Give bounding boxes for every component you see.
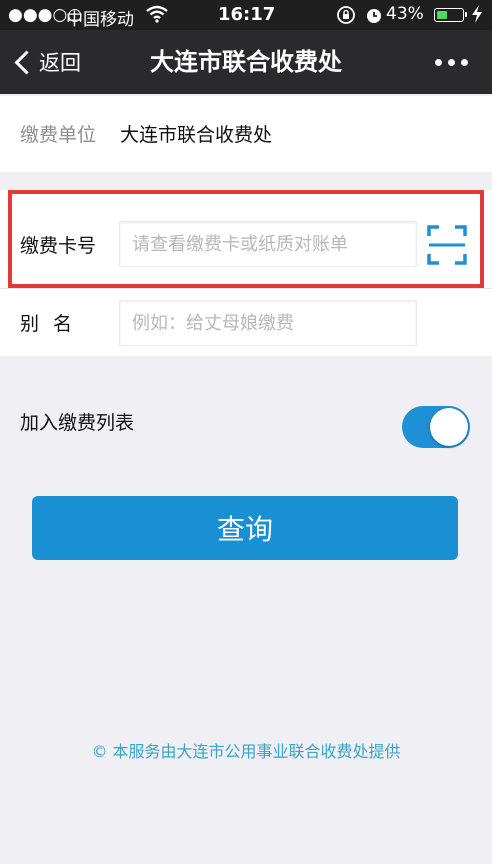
- card-number-row: 缴费卡号: [0, 190, 492, 288]
- wifi-icon: [146, 5, 168, 28]
- footer-text: © 本服务由大连市公用事业联合收费处提供: [91, 742, 401, 761]
- payment-unit-value: 大连市联合收费处: [120, 124, 273, 146]
- orientation-lock-icon: [336, 5, 356, 30]
- charging-icon: [470, 4, 484, 29]
- more-dots-icon[interactable]: [435, 30, 468, 94]
- payment-unit-row: 缴费单位 大连市联合收费处: [0, 96, 492, 172]
- card-number-input[interactable]: [120, 222, 416, 266]
- back-button[interactable]: 返回: [12, 30, 81, 94]
- status-bar: ●●●○○ 中国移动 16:17 43%: [0, 0, 492, 30]
- status-time: 16:17: [218, 4, 276, 25]
- toggle-knob: [430, 408, 468, 446]
- navigation-bar: 返回 大连市联合收费处: [0, 30, 492, 94]
- add-to-list-row: 加入缴费列表: [0, 400, 492, 456]
- battery-percentage: 43%: [386, 4, 424, 24]
- query-button[interactable]: 查询: [32, 496, 458, 560]
- alias-row: 别名: [0, 288, 492, 356]
- add-to-list-toggle[interactable]: [402, 406, 470, 448]
- battery-level-fill: [437, 11, 447, 19]
- scan-icon[interactable]: [426, 224, 468, 266]
- alias-label: 别名: [20, 313, 87, 335]
- alias-input[interactable]: [120, 301, 416, 345]
- battery-icon: [434, 8, 467, 22]
- alarm-icon: [364, 5, 384, 30]
- add-to-list-label: 加入缴费列表: [20, 412, 135, 434]
- payment-unit-label: 缴费单位: [20, 124, 97, 146]
- chevron-left-icon: [14, 49, 39, 75]
- card-number-label: 缴费卡号: [20, 235, 97, 257]
- carrier-name: 中国移动: [66, 10, 134, 30]
- back-label: 返回: [39, 51, 81, 75]
